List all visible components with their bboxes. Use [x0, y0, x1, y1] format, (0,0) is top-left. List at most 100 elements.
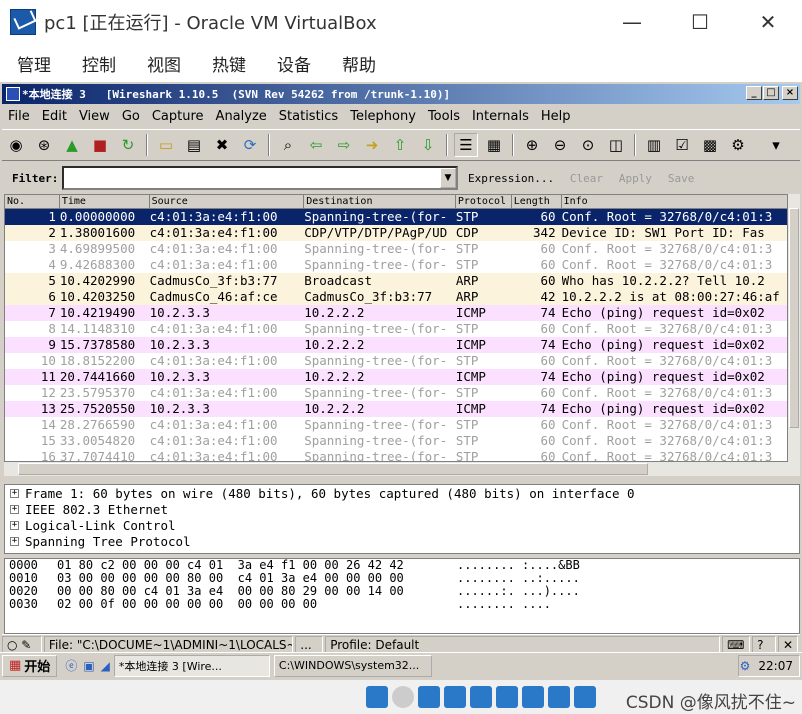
- menu-edit[interactable]: Edit: [42, 109, 67, 124]
- expand-icon[interactable]: +: [10, 536, 19, 546]
- close-button[interactable]: ✕: [734, 0, 802, 44]
- detail-row-frame[interactable]: + Frame 1: 60 bytes on wire (480 bits), 6…: [5, 485, 799, 501]
- preferences-icon[interactable]: ⚙: [726, 133, 750, 157]
- reload-icon[interactable]: ⟳: [238, 133, 262, 157]
- tray-icon[interactable]: ⚙: [740, 659, 751, 673]
- hdd-icon[interactable]: [366, 686, 388, 708]
- save-button[interactable]: Save: [668, 172, 695, 185]
- start-capture-icon[interactable]: ▲: [60, 133, 84, 157]
- packet-list-vscrollbar[interactable]: [788, 194, 800, 462]
- task-wireshark[interactable]: *本地连接 3 [Wire...: [113, 654, 270, 677]
- ws-minimize-button[interactable]: _: [746, 86, 762, 100]
- display-icon[interactable]: [522, 686, 544, 708]
- help-icon[interactable]: ?: [752, 635, 777, 654]
- zoom-in-icon[interactable]: ⊕: [520, 133, 544, 157]
- optical-drive-icon[interactable]: [392, 686, 414, 708]
- col-length[interactable]: Length: [512, 195, 562, 208]
- expert-info-icon[interactable]: ○ ✎: [2, 635, 42, 654]
- colorize-icon[interactable]: ☰: [454, 133, 478, 157]
- col-source[interactable]: Source: [150, 195, 305, 208]
- menu-telephony[interactable]: Telephony: [350, 109, 416, 124]
- packet-row[interactable]: 12 23.5795370 c4:01:3a:e4:f1:00 Spanning-tr…: [5, 385, 787, 401]
- last-packet-icon[interactable]: ⇩: [416, 133, 440, 157]
- packet-row[interactable]: 13 25.7520550 10.2.3.3 10.2.2.2 ICMP 74 Echo (…: [5, 401, 787, 417]
- task-cmd[interactable]: C:\WINDOWS\system32...: [273, 654, 432, 677]
- menu-analyze[interactable]: Analyze: [216, 109, 267, 124]
- packet-row[interactable]: 2 1.38001600 c4:01:3a:e4:f1:00 CDP/VTP/DTP/…: [5, 225, 787, 241]
- start-button[interactable]: ▦ 开始: [2, 654, 58, 677]
- packet-row[interactable]: 9 15.7378580 10.2.3.3 10.2.2.2 ICMP 74 Echo (p…: [5, 337, 787, 353]
- menu-view-ws[interactable]: View: [79, 109, 110, 124]
- maximize-button[interactable]: ☐: [666, 0, 734, 44]
- menu-internals[interactable]: Internals: [472, 109, 529, 124]
- interfaces-icon[interactable]: ◉: [4, 133, 28, 157]
- menu-view[interactable]: 视图: [147, 51, 181, 76]
- coloring-rules-icon[interactable]: ▩: [698, 133, 722, 157]
- packet-row[interactable]: 15 33.0054820 c4:01:3a:e4:f1:00 Spanning-tr…: [5, 433, 787, 449]
- options-icon[interactable]: ⊛: [32, 133, 56, 157]
- expand-icon[interactable]: +: [10, 520, 19, 530]
- packet-row[interactable]: 11 20.7441660 10.2.3.3 10.2.2.2 ICMP 74 Echo (…: [5, 369, 787, 385]
- find-packet-icon[interactable]: ⌕: [276, 133, 300, 157]
- packet-row[interactable]: 1 0.00000000 c4:01:3a:e4:f1:00 Spanning-tre…: [5, 209, 787, 225]
- apply-button[interactable]: Apply: [619, 172, 652, 185]
- go-back-icon[interactable]: ⇦: [304, 133, 328, 157]
- menu-statistics[interactable]: Statistics: [279, 109, 338, 124]
- menu-help-ws[interactable]: Help: [541, 109, 571, 124]
- wireshark-quick-icon[interactable]: ◢: [101, 659, 110, 673]
- recording-icon[interactable]: [548, 686, 570, 708]
- status-profile[interactable]: Profile: Default: [325, 635, 721, 654]
- menu-hotkeys[interactable]: 热键: [212, 51, 246, 76]
- autoscroll-icon[interactable]: ▦: [482, 133, 506, 157]
- minimize-button[interactable]: —: [598, 0, 666, 44]
- packet-row[interactable]: 5 10.4202990 CadmusCo_3f:b3:77 Broadcast ARP…: [5, 273, 787, 289]
- menu-devices[interactable]: 设备: [277, 51, 311, 76]
- packet-row[interactable]: 4 9.42688300 c4:01:3a:e4:f1:00 Spanning-tre…: [5, 257, 787, 273]
- ie-icon[interactable]: ⓔ: [65, 657, 77, 674]
- first-packet-icon[interactable]: ⇧: [388, 133, 412, 157]
- packet-row[interactable]: 7 10.4219490 10.2.3.3 10.2.2.2 ICMP 74 Echo (p…: [5, 305, 787, 321]
- cpu-icon[interactable]: [574, 686, 596, 708]
- ws-maximize-button[interactable]: □: [763, 86, 779, 100]
- col-no[interactable]: No.: [5, 195, 60, 208]
- shared-folders-icon[interactable]: [496, 686, 518, 708]
- expression-button[interactable]: Expression...: [468, 172, 554, 185]
- resize-columns-icon[interactable]: ◫: [604, 133, 628, 157]
- clear-button[interactable]: Clear: [570, 172, 603, 185]
- menu-tools[interactable]: Tools: [428, 109, 460, 124]
- packet-row[interactable]: 10 18.8152200 c4:01:3a:e4:f1:00 Spanning-tr…: [5, 353, 787, 369]
- col-protocol[interactable]: Protocol: [456, 195, 512, 208]
- zoom-out-icon[interactable]: ⊖: [548, 133, 572, 157]
- network-adapter-icon[interactable]: [444, 686, 466, 708]
- menu-capture[interactable]: Capture: [152, 109, 204, 124]
- menu-control[interactable]: 控制: [82, 51, 116, 76]
- open-file-icon[interactable]: ▭: [154, 133, 178, 157]
- detail-row-stp[interactable]: + Spanning Tree Protocol: [5, 533, 799, 549]
- packet-row[interactable]: 8 14.1148310 c4:01:3a:e4:f1:00 Spanning-tre…: [5, 321, 787, 337]
- go-to-packet-icon[interactable]: ➜: [360, 133, 384, 157]
- col-destination[interactable]: Destination: [304, 195, 456, 208]
- menu-help[interactable]: 帮助: [342, 51, 376, 76]
- detail-row-llc[interactable]: + Logical-Link Control: [5, 517, 799, 533]
- filter-dropdown-icon[interactable]: ▼: [440, 168, 456, 188]
- capture-filters-icon[interactable]: ▥: [642, 133, 666, 157]
- normal-size-icon[interactable]: ⊙: [576, 133, 600, 157]
- desktop-icon[interactable]: ▣: [83, 659, 94, 673]
- ws-close-button[interactable]: ×: [782, 86, 798, 100]
- expand-icon[interactable]: +: [10, 488, 19, 498]
- col-time[interactable]: Time: [60, 195, 150, 208]
- menu-go[interactable]: Go: [122, 109, 140, 124]
- packet-row[interactable]: 3 4.69899500 c4:01:3a:e4:f1:00 Spanning-tre…: [5, 241, 787, 257]
- restart-capture-icon[interactable]: ↻: [116, 133, 140, 157]
- menu-file[interactable]: File: [8, 109, 30, 124]
- audio-icon[interactable]: [418, 686, 440, 708]
- display-filters-icon[interactable]: ☑: [670, 133, 694, 157]
- go-forward-icon[interactable]: ⇨: [332, 133, 356, 157]
- expand-icon[interactable]: +: [10, 504, 19, 514]
- usb-icon[interactable]: [470, 686, 492, 708]
- menu-manage[interactable]: 管理: [17, 51, 51, 76]
- packet-row[interactable]: 6 10.4203250 CadmusCo_46:af:ce CadmusCo_3f:…: [5, 289, 787, 305]
- close-status-icon[interactable]: ✕: [778, 635, 798, 654]
- packet-row[interactable]: 16 37.7074410 c4:01:3a:e4:f1:00 Spanning-tr…: [5, 449, 787, 461]
- filter-input[interactable]: ▼: [62, 166, 458, 190]
